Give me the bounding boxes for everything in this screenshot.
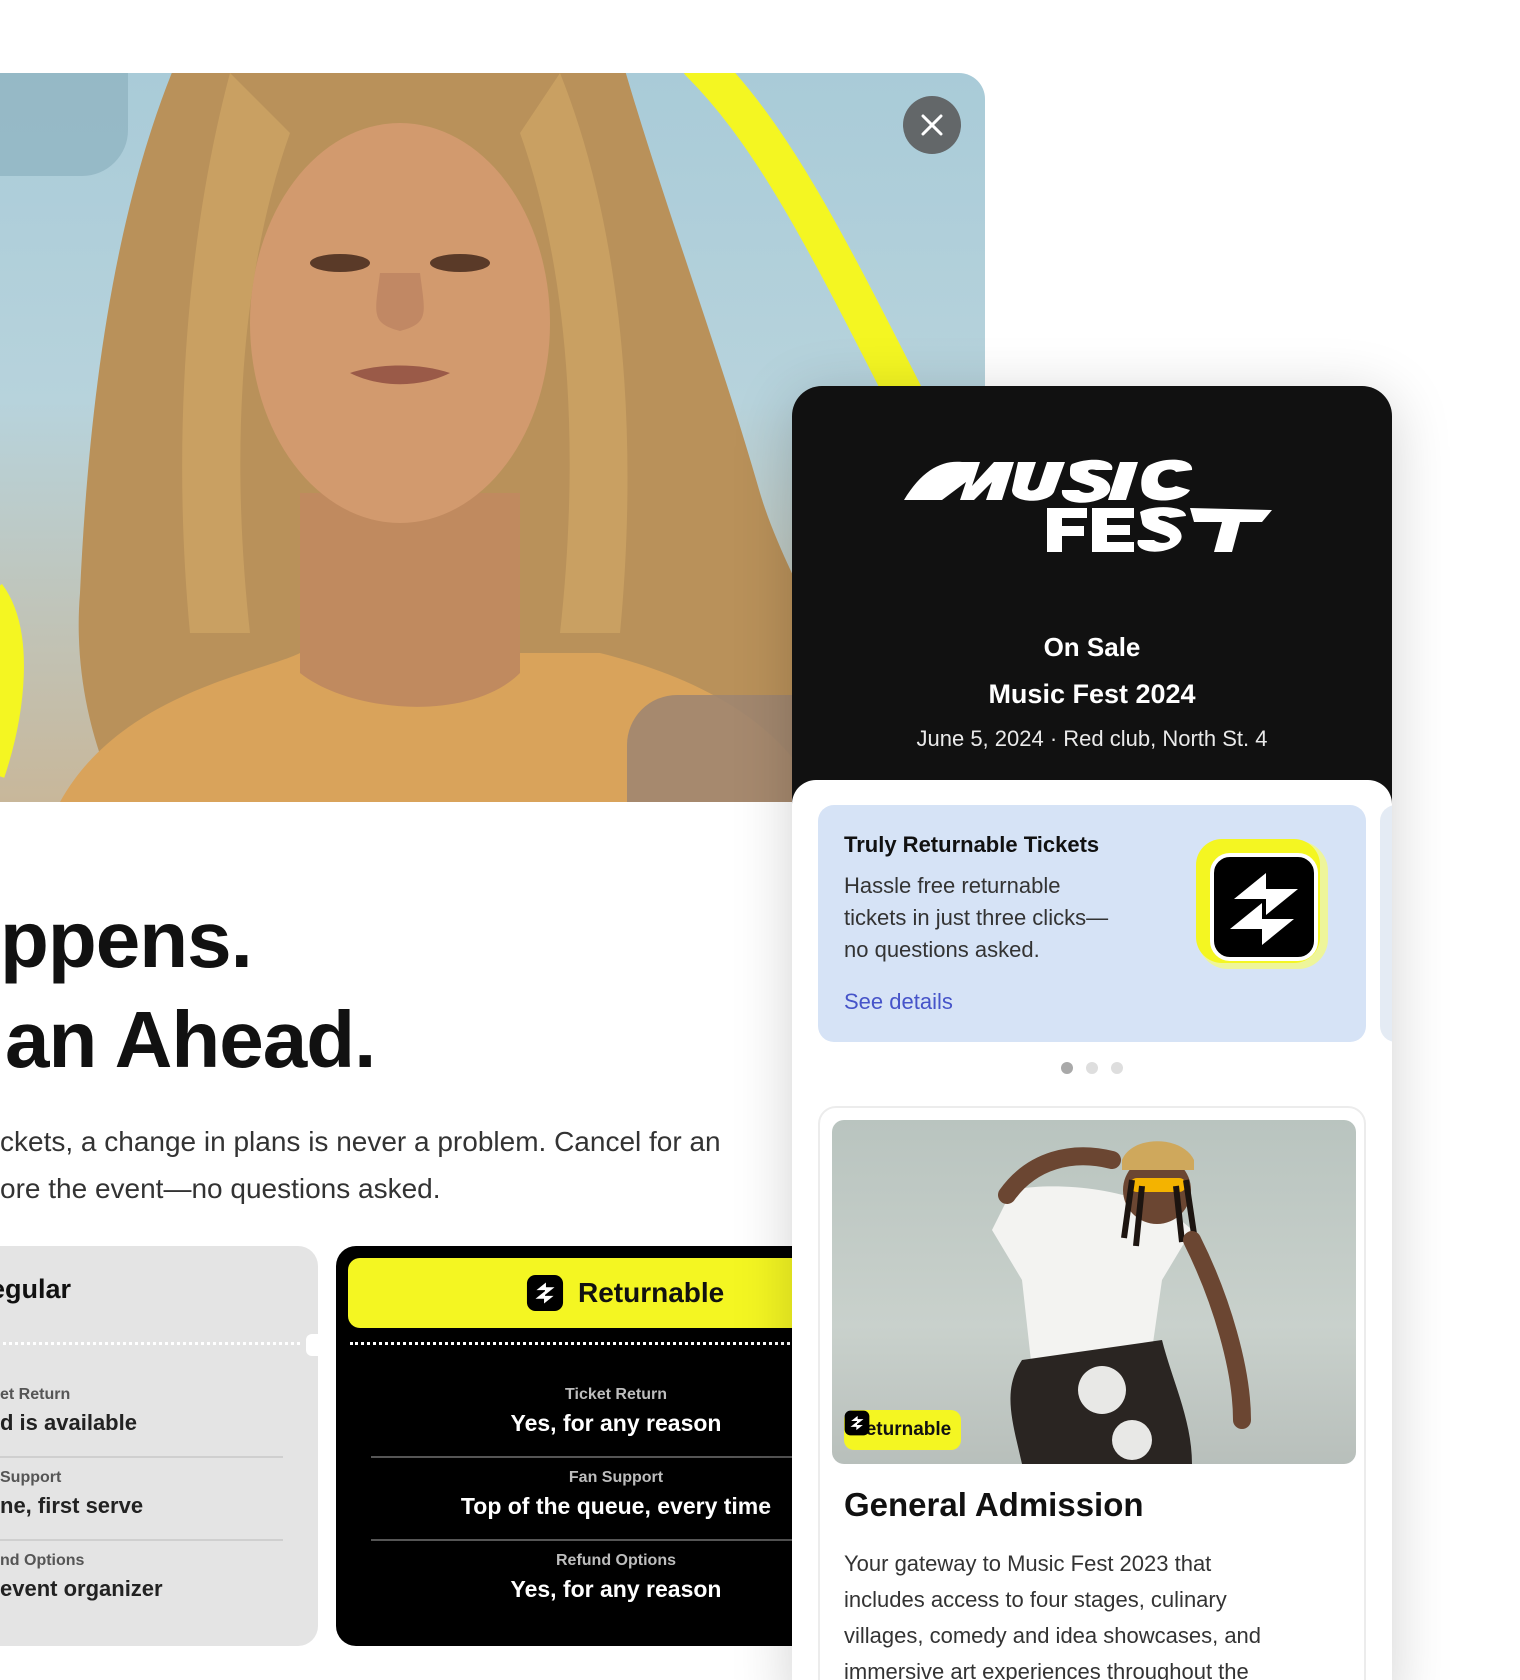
- event-panel: On Sale Music Fest 2024 June 5, 2024 · R…: [792, 386, 1392, 1680]
- ticket-title: General Admission: [844, 1486, 1144, 1523]
- divider: [0, 1539, 283, 1541]
- ticket-image: Returnable: [832, 1120, 1356, 1464]
- close-icon: [921, 114, 943, 136]
- row-label: Refund Options: [556, 1552, 676, 1569]
- row-value: Yes, for any reason: [510, 1576, 722, 1602]
- pager-dot[interactable]: [1086, 1062, 1098, 1074]
- body-copy-line: ore the event—no questions asked.: [0, 1173, 441, 1204]
- next-promo-card[interactable]: [1380, 805, 1392, 1042]
- row-value: ne, first serve: [0, 1493, 144, 1518]
- row-value: event organizer: [0, 1576, 163, 1601]
- promo-description: Hassle free returnable tickets in just t…: [844, 870, 1154, 966]
- row-label: Ticket Return: [565, 1386, 667, 1403]
- regular-row: nd Options event organizer: [0, 1552, 318, 1602]
- headline-line-2: an Ahead.: [5, 995, 376, 1084]
- promo-description-line: Hassle free returnable: [844, 873, 1061, 898]
- ticket-description-line: Your gateway to Music Fest 2023 that: [844, 1551, 1212, 1576]
- divider: [350, 1342, 856, 1345]
- row-value: d is available: [0, 1410, 137, 1435]
- row-label: nd Options: [0, 1552, 85, 1569]
- ticket-description-line: includes access to four stages, culinary: [844, 1587, 1227, 1612]
- row-value: Top of the queue, every time: [460, 1493, 772, 1519]
- event-name: Music Fest 2024: [988, 679, 1196, 709]
- promo-description-line: tickets in just three clicks—: [844, 905, 1109, 930]
- regular-row: et Return d is available: [0, 1386, 318, 1436]
- comparison-returnable-card: Returnable Ticket Return Yes, for any re…: [336, 1246, 856, 1646]
- ticket-card-general-admission[interactable]: Returnable General Admission Your gatewa…: [818, 1106, 1366, 1680]
- returnable-badge-icon: [1196, 839, 1328, 969]
- returnable-row: Ticket Return Yes, for any reason: [336, 1386, 856, 1437]
- divider: [0, 1456, 283, 1458]
- ticket-notch: [306, 1334, 318, 1356]
- headline-line-1: ppens.: [0, 895, 253, 984]
- body-copy: ckets, a change in plans is never a prob…: [0, 1118, 800, 1212]
- promo-title: Truly Returnable Tickets: [844, 832, 1100, 857]
- returnable-card-title: Returnable: [578, 1277, 725, 1308]
- row-label: Support: [0, 1469, 62, 1486]
- event-meta: June 5, 2024 · Red club, North St. 4: [916, 726, 1268, 751]
- ticket-description: Your gateway to Music Fest 2023 that inc…: [844, 1546, 1344, 1680]
- body-copy-line: ckets, a change in plans is never a prob…: [0, 1126, 721, 1157]
- close-button[interactable]: [903, 96, 961, 154]
- event-sheet: Truly Returnable Tickets Hassle free ret…: [792, 780, 1392, 1680]
- returnable-logo-icon: [526, 1274, 564, 1312]
- pager-dot[interactable]: [1061, 1062, 1073, 1074]
- divider: [0, 1342, 300, 1345]
- row-label: et Return: [0, 1386, 71, 1403]
- returnable-tag: Returnable: [844, 1410, 962, 1450]
- promo-pager: [792, 1062, 1392, 1074]
- row-label: Fan Support: [568, 1469, 664, 1486]
- promo-description-line: no questions asked.: [844, 937, 1040, 962]
- regular-row: Support ne, first serve: [0, 1469, 318, 1519]
- returnable-row: Fan Support Top of the queue, every time: [336, 1469, 856, 1520]
- regular-card-title: egular: [0, 1274, 72, 1304]
- ticket-description-line: immersive art experiences throughout the: [844, 1659, 1249, 1680]
- event-status: On Sale: [1043, 632, 1141, 662]
- promo-card-returnable[interactable]: Truly Returnable Tickets Hassle free ret…: [818, 805, 1366, 1042]
- returnable-logo-icon: [844, 1410, 870, 1436]
- row-value: Yes, for any reason: [510, 1410, 722, 1436]
- divider: [371, 1456, 856, 1458]
- see-details-link[interactable]: See details: [844, 989, 953, 1015]
- music-fest-logo: [904, 459, 1272, 552]
- returnable-card-header: Returnable: [348, 1258, 856, 1328]
- ticket-description-line: villages, comedy and idea showcases, and: [844, 1623, 1262, 1648]
- divider: [371, 1539, 856, 1541]
- returnable-row: Refund Options Yes, for any reason: [336, 1552, 856, 1603]
- pager-dot[interactable]: [1111, 1062, 1123, 1074]
- comparison-regular-card: egular et Return d is available Support …: [0, 1246, 318, 1646]
